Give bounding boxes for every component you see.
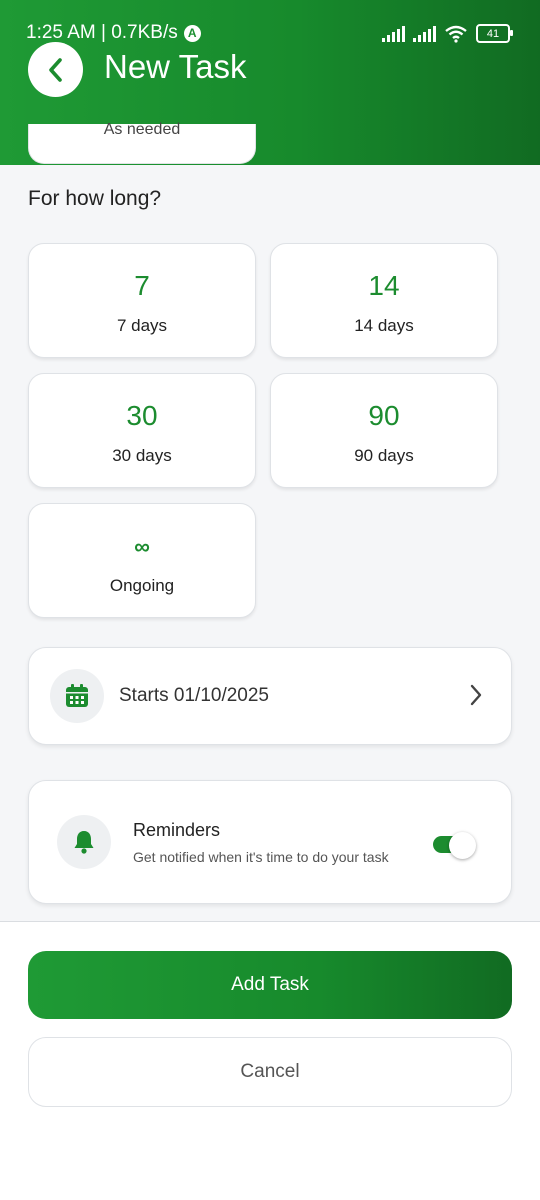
duration-option-label: 90 days <box>354 446 414 465</box>
reminders-row: Reminders Get notified when it's time to… <box>28 780 512 904</box>
bell-icon-wrap <box>57 815 111 869</box>
cancel-button[interactable]: Cancel <box>28 1037 512 1107</box>
wifi-icon <box>445 25 467 43</box>
signal-icon-2 <box>413 25 436 42</box>
chevron-right-icon <box>470 684 482 706</box>
calendar-icon-wrap <box>50 669 104 723</box>
toggle-thumb <box>449 832 476 859</box>
duration-option-30[interactable]: 30 30 days <box>28 373 256 488</box>
duration-option-value: 7 <box>134 270 150 301</box>
status-a-icon: A <box>183 24 201 42</box>
page-title: New Task <box>104 48 247 85</box>
calendar-icon <box>66 684 88 707</box>
duration-heading: For how long? <box>28 187 162 210</box>
duration-option-7[interactable]: 7 7 days <box>28 243 256 358</box>
duration-option-label: Ongoing <box>109 576 175 595</box>
frequency-option-as-needed[interactable]: As needed <box>28 121 256 164</box>
app-header: 1:25 AM | 0.7KB/s A 41 New Task As neede… <box>0 0 540 165</box>
duration-option-90[interactable]: 90 90 days <box>270 373 498 488</box>
duration-option-value: 90 <box>368 400 400 431</box>
start-date-row[interactable]: Starts 01/10/2025 <box>28 647 512 745</box>
reminders-toggle[interactable] <box>433 832 479 859</box>
bell-icon <box>74 831 94 854</box>
back-button[interactable] <box>28 42 83 97</box>
signal-icon <box>382 25 405 42</box>
reminders-subtitle: Get notified when it's time to do your t… <box>133 849 389 865</box>
duration-option-ongoing[interactable]: ∞ Ongoing <box>28 503 256 618</box>
infinity-icon: ∞ <box>134 534 150 559</box>
reminders-title: Reminders <box>133 820 221 840</box>
divider <box>0 921 540 922</box>
chevron-left-icon <box>48 57 62 82</box>
duration-option-label: 7 days <box>116 316 168 335</box>
duration-option-value: 14 <box>368 270 400 301</box>
duration-option-label: 30 days <box>112 446 172 465</box>
duration-option-value: 30 <box>126 400 158 431</box>
battery-level: 41 <box>486 27 500 40</box>
status-bar: 1:25 AM | 0.7KB/s A 41 <box>0 0 540 64</box>
frequency-option-label: As needed <box>103 121 181 138</box>
start-date-text: Starts 01/10/2025 <box>119 685 269 706</box>
duration-option-14[interactable]: 14 14 days <box>270 243 498 358</box>
duration-option-label: 14 days <box>354 316 414 335</box>
add-task-button[interactable]: Add Task <box>28 951 512 1019</box>
status-time: 1:25 AM | 0.7KB/s <box>26 22 178 43</box>
battery-icon: 41 <box>476 24 513 43</box>
